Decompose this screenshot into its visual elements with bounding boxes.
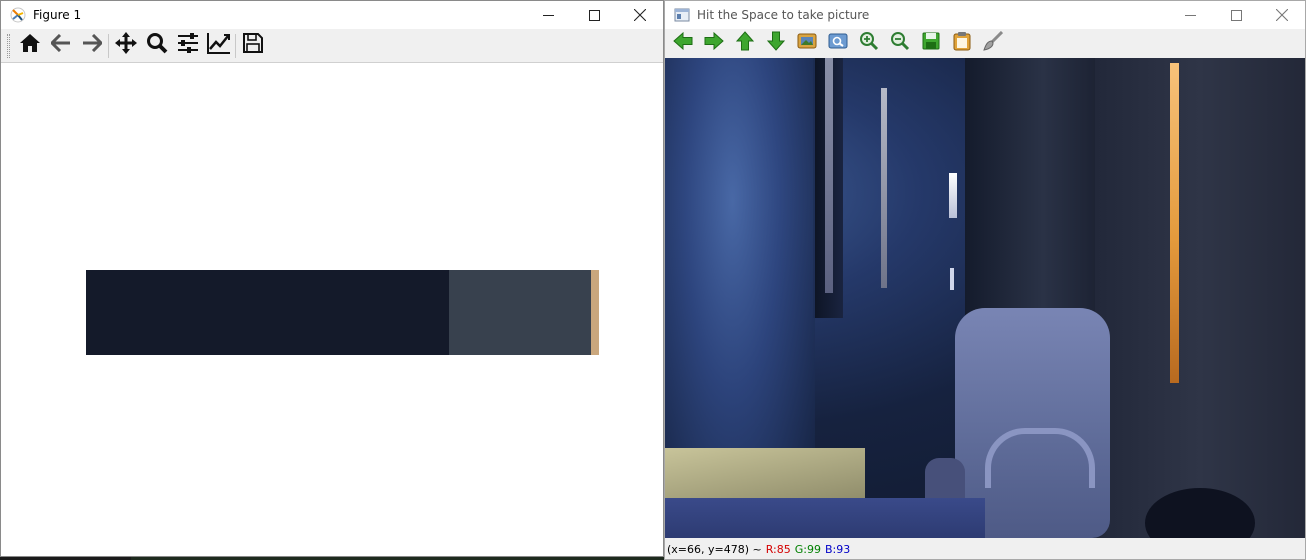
figure-titlebar[interactable]: Figure 1	[1, 1, 663, 29]
green-arrow-right-icon	[704, 31, 724, 55]
palette-swatch	[590, 270, 599, 355]
zoom-fit-button[interactable]	[822, 31, 853, 57]
camera-titlebar[interactable]: Hit the Space to take picture	[665, 1, 1305, 29]
close-button[interactable]	[617, 1, 663, 29]
arrow-left-icon	[49, 33, 71, 57]
arrow-right-icon	[82, 33, 103, 57]
toolbar-separator	[235, 33, 236, 58]
properties-button[interactable]	[977, 30, 1008, 57]
image-icon	[797, 32, 817, 55]
save-icon	[922, 32, 940, 55]
green-arrow-down-icon	[766, 31, 785, 56]
camera-title: Hit the Space to take picture	[697, 8, 870, 22]
copy-image-button[interactable]	[946, 31, 977, 57]
camera-preview[interactable]	[665, 58, 1305, 538]
maximize-icon	[588, 9, 600, 21]
pan-down-button[interactable]	[760, 31, 791, 57]
home-button[interactable]	[14, 31, 45, 61]
pan-up-button[interactable]	[729, 31, 760, 57]
minimize-button[interactable]	[1167, 1, 1213, 29]
magnifier-icon	[146, 32, 168, 59]
camera-toolbar	[665, 29, 1305, 58]
palette-swatch	[449, 270, 591, 355]
zoom-in-icon	[859, 31, 879, 56]
back-button[interactable]	[45, 31, 76, 61]
cursor-coordinates: (x=66, y=478) ~	[667, 542, 762, 556]
pan-button[interactable]	[110, 31, 141, 61]
figure-window: Figure 1	[0, 0, 664, 557]
minimize-button[interactable]	[525, 1, 571, 29]
close-icon	[1276, 9, 1288, 21]
subplots-button[interactable]	[172, 31, 203, 61]
figure-title: Figure 1	[33, 8, 82, 22]
palette-swatch	[86, 270, 450, 355]
zoom-out-icon	[890, 31, 910, 56]
matplotlib-logo-icon	[10, 7, 26, 23]
brush-icon	[982, 30, 1003, 56]
red-value: R:85	[765, 542, 791, 556]
close-button[interactable]	[1259, 1, 1305, 29]
figure-toolbar	[1, 29, 663, 63]
maximize-button[interactable]	[1213, 1, 1259, 29]
color-palette-bar	[86, 270, 599, 355]
blue-value: B:93	[825, 542, 851, 556]
fit-screen-icon	[828, 32, 848, 55]
green-value: G:99	[794, 542, 821, 556]
figure-canvas[interactable]	[1, 63, 663, 556]
save-image-button[interactable]	[915, 31, 946, 57]
green-arrow-left-icon	[672, 31, 693, 55]
close-icon	[634, 9, 646, 21]
minimize-icon	[542, 10, 554, 21]
sliders-icon	[177, 33, 199, 58]
maximize-button[interactable]	[571, 1, 617, 29]
toolbar-grip[interactable]	[7, 33, 10, 58]
move-icon	[114, 32, 137, 59]
zoom-out-button[interactable]	[884, 31, 915, 57]
pixel-status-bar: (x=66, y=478) ~ R:85 G:99 B:93	[665, 539, 1305, 559]
zoom-original-button[interactable]	[791, 31, 822, 57]
zoom-button[interactable]	[141, 31, 172, 61]
edit-axes-button[interactable]	[203, 31, 234, 61]
zoom-in-button[interactable]	[853, 31, 884, 57]
pan-right-button[interactable]	[698, 31, 729, 57]
minimize-icon	[1184, 10, 1196, 21]
opencv-window-icon	[674, 7, 690, 23]
green-arrow-up-icon	[735, 31, 754, 56]
camera-window: Hit the Space to take picture (x=66, y=4…	[664, 0, 1306, 560]
forward-button[interactable]	[76, 31, 107, 61]
line-chart-icon	[206, 32, 231, 59]
home-icon	[19, 33, 41, 58]
save-button[interactable]	[237, 31, 268, 61]
maximize-icon	[1230, 9, 1242, 21]
clipboard-icon	[953, 31, 971, 56]
toolbar-separator	[108, 33, 109, 58]
floppy-disk-icon	[242, 33, 263, 58]
pan-left-button[interactable]	[667, 31, 698, 57]
